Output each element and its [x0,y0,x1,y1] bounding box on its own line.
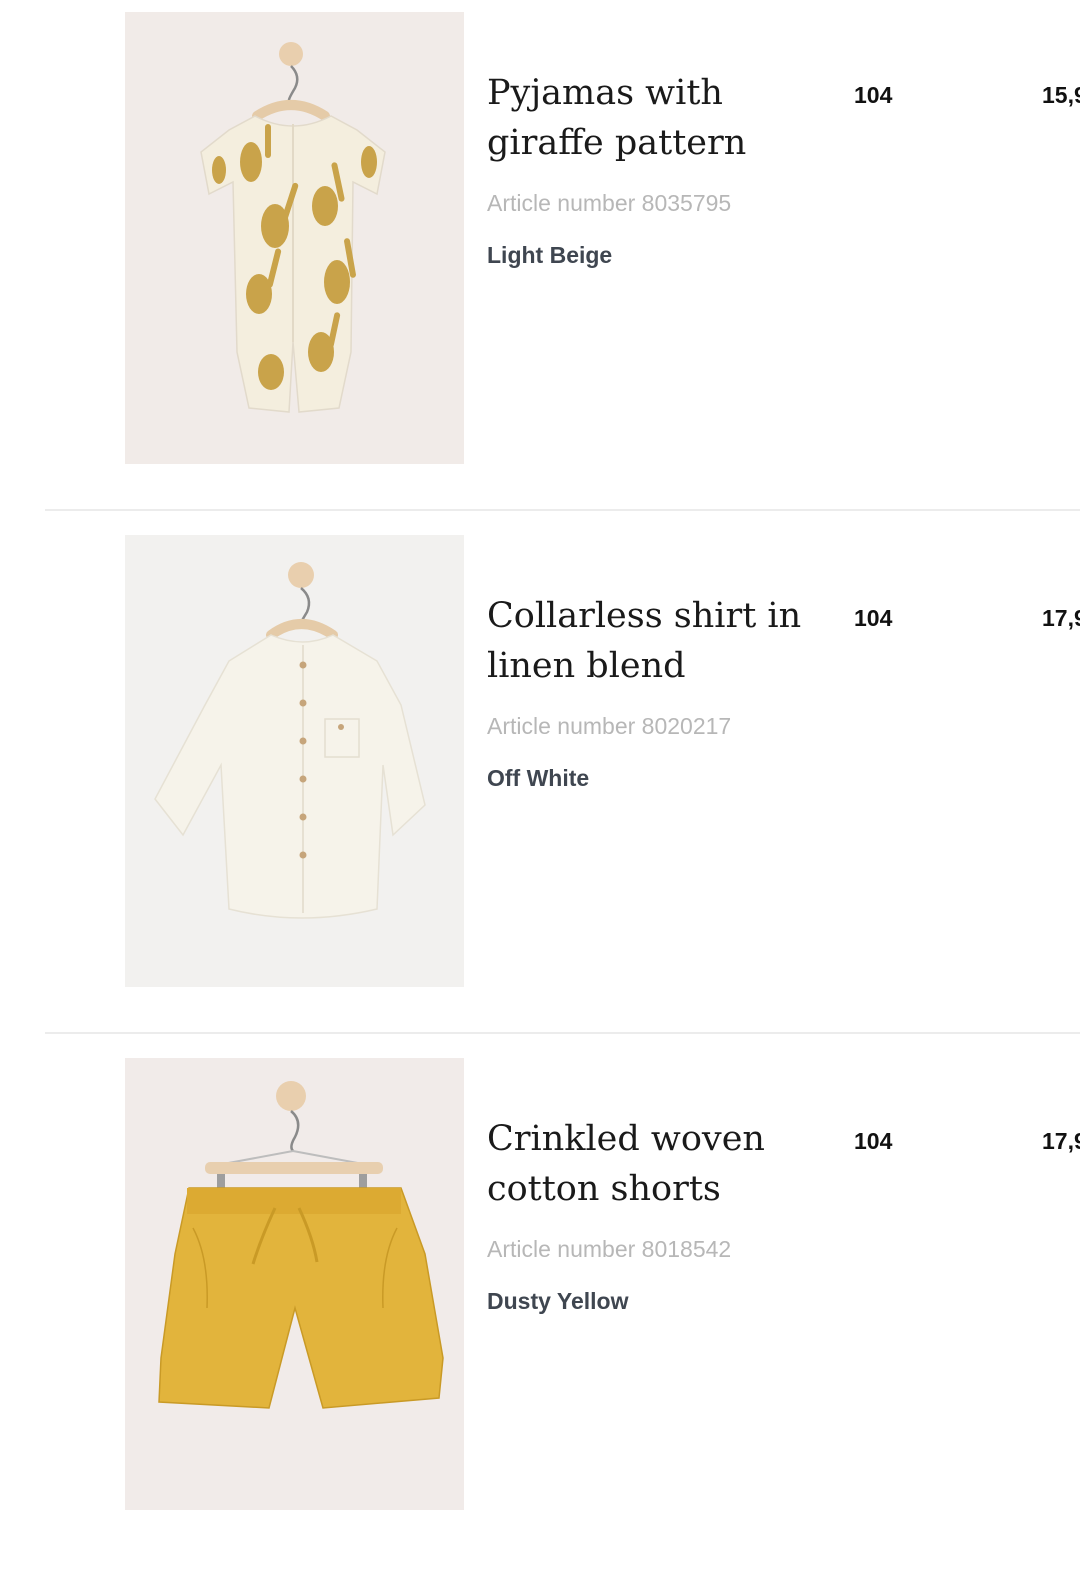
product-title[interactable]: Collarless shirt in linen blend [487,591,842,691]
article-number: Article number 8020217 [487,713,732,739]
divider [45,509,1080,511]
product-color: Off White [487,765,590,791]
product-image-yellow-shorts[interactable] [125,1058,464,1510]
shirt-illustration [125,535,464,987]
product-size: 104 [854,605,893,631]
product-size: 104 [854,82,893,108]
product-title[interactable]: Crinkled woven cotton shorts [487,1114,842,1214]
article-number: Article number 8018542 [487,1236,732,1262]
shorts-illustration [125,1058,464,1510]
product-image-giraffe-pyjamas[interactable] [125,12,464,464]
divider [45,1032,1080,1034]
article-number: Article number 8035795 [487,190,732,216]
product-color: Light Beige [487,242,613,268]
cart-item: Crinkled woven cotton shorts Article num… [0,1046,1080,1569]
product-image-linen-shirt[interactable] [125,535,464,987]
pyjamas-illustration [125,12,464,464]
cart-item: Pyjamas with giraffe pattern Article num… [0,0,1080,523]
product-price: 17,9 [1042,1128,1080,1154]
cart-item: Collarless shirt in linen blend Article … [0,523,1080,1046]
product-size: 104 [854,1128,893,1154]
product-color: Dusty Yellow [487,1288,629,1314]
product-price: 17,9 [1042,605,1080,631]
product-title[interactable]: Pyjamas with giraffe pattern [487,68,842,168]
product-price: 15,9 [1042,82,1080,108]
